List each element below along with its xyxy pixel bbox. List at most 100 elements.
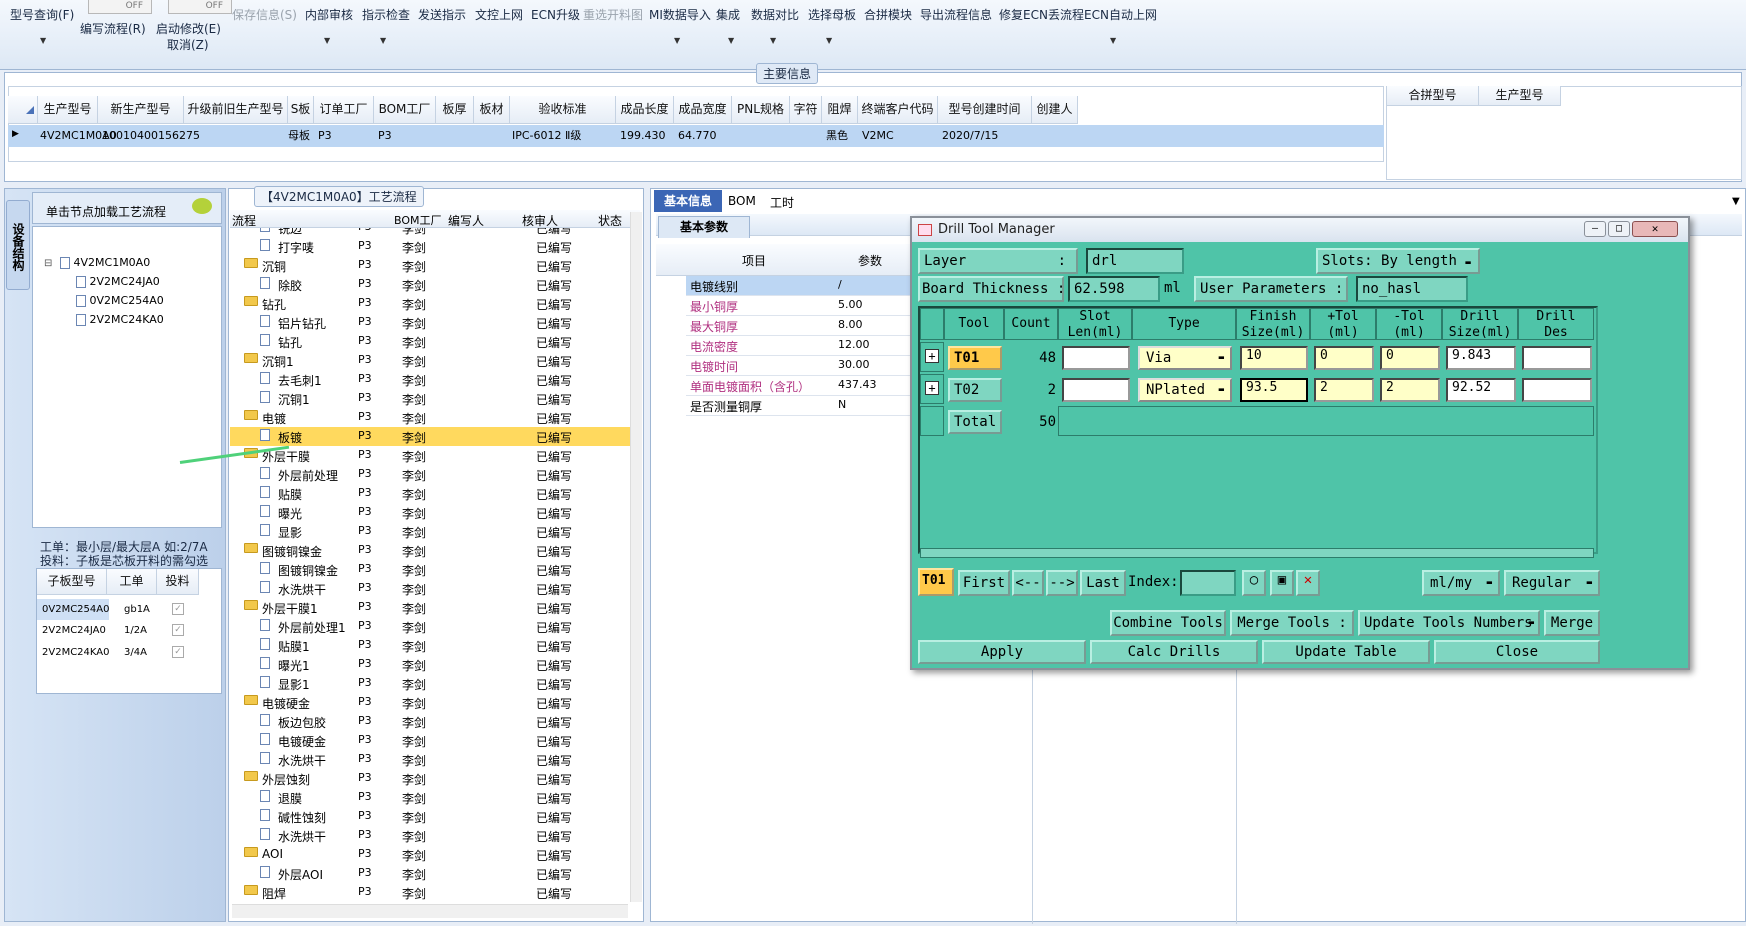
combine-tools-button[interactable]: Combine Tools — [1110, 610, 1226, 636]
scrollbar[interactable] — [630, 212, 642, 902]
calc-drills-button[interactable]: Calc Drills — [1090, 640, 1258, 664]
col-header[interactable]: Tool — [944, 308, 1004, 340]
ecn-auto-online-button[interactable]: ECN自动上网 — [1084, 6, 1157, 23]
chevron-down-icon[interactable]: ▼ — [1732, 196, 1740, 207]
col-header[interactable]: 核审人 — [522, 212, 558, 229]
list-item[interactable]: 外层AOI P3 李剑 已编写 — [230, 864, 640, 883]
integrate-button[interactable]: 集成 — [716, 6, 740, 23]
col-header[interactable]: Drill Size(ml) — [1442, 308, 1518, 340]
list-item[interactable]: 曝光 P3 李剑 已编写 — [230, 503, 640, 522]
type-select[interactable]: NPlated ▬ — [1138, 378, 1232, 402]
col-header[interactable]: BOM工厂 — [394, 212, 442, 228]
list-item[interactable]: 图镀铜镍金 P3 李剑 已编写 — [230, 541, 640, 560]
list-item[interactable]: 显影1 P3 李剑 已编写 — [230, 674, 640, 693]
tool-button-t01[interactable]: T01 — [948, 346, 1002, 370]
select-mother-board-button[interactable]: 选择母板 — [808, 6, 856, 23]
horizontal-scrollbar[interactable] — [920, 548, 1594, 558]
type-select[interactable]: Via ▬ — [1138, 346, 1232, 370]
col-header[interactable]: S板 — [288, 96, 314, 124]
toggle-off[interactable]: OFF — [88, 0, 152, 14]
col-header[interactable]: BOM工厂 — [374, 96, 436, 124]
list-item[interactable]: 退膜 P3 李剑 已编写 — [230, 788, 640, 807]
tab-bom[interactable]: BOM — [728, 194, 756, 208]
list-item[interactable]: 外层蚀刻 P3 李剑 已编写 — [230, 769, 640, 788]
finish-size-input[interactable]: 93.5 — [1240, 378, 1308, 402]
col-header[interactable]: 流程 — [232, 212, 256, 229]
plus-tol-input[interactable]: 0 — [1314, 346, 1374, 370]
finish-size-input[interactable]: 10 — [1240, 346, 1308, 370]
col-header[interactable]: Count — [1004, 308, 1058, 340]
repair-ecn-button[interactable]: 修复ECN丢流程 — [999, 6, 1084, 23]
col-header[interactable]: 子板型号 — [37, 569, 107, 595]
slot-len-input[interactable] — [1062, 346, 1130, 370]
list-item[interactable]: 碱性蚀刻 P3 李剑 已编写 — [230, 807, 640, 826]
layer-field[interactable]: drl — [1086, 248, 1184, 274]
col-header[interactable]: 字符 — [790, 96, 822, 124]
drill-size-input[interactable]: 92.52 — [1446, 378, 1516, 402]
col-header[interactable]: 板厚 — [436, 96, 474, 124]
checkbox[interactable]: ✓ — [172, 646, 184, 658]
chevron-down-icon[interactable]: ▼ — [40, 36, 46, 45]
list-item[interactable]: 贴膜1 P3 李剑 已编写 — [230, 636, 640, 655]
device-structure-tab[interactable]: 设备结构 — [6, 200, 30, 290]
save-icon[interactable]: ▣ — [1270, 570, 1294, 596]
list-item[interactable]: 除胶 P3 李剑 已编写 — [230, 275, 640, 294]
chevron-down-icon[interactable]: ▼ — [770, 36, 776, 45]
subtab-basic-params[interactable]: 基本参数 — [658, 216, 750, 238]
list-item[interactable]: 铣边 P3 李剑 已编写 — [230, 228, 640, 237]
list-item[interactable]: 显影 P3 李剑 已编写 — [230, 522, 640, 541]
start-modify-button[interactable]: 启动修改(E) — [156, 20, 221, 37]
list-item[interactable]: 打字唛 P3 李剑 已编写 — [230, 237, 640, 256]
chat-bubble-icon[interactable] — [192, 198, 212, 214]
list-item[interactable]: 钻孔 P3 李剑 已编写 — [230, 332, 640, 351]
maximize-button[interactable]: □ — [1608, 221, 1630, 237]
reselect-cutting-button[interactable]: 重选开料图 — [583, 6, 643, 23]
col-header[interactable]: Finish Size(ml) — [1236, 308, 1310, 340]
col-header[interactable]: +Tol (ml) — [1310, 308, 1376, 340]
chevron-down-icon[interactable]: ▼ — [324, 36, 330, 45]
write-flow-button[interactable]: 编写流程(R) — [80, 20, 146, 37]
chevron-down-icon[interactable]: ▼ — [826, 36, 832, 45]
checkbox[interactable]: ✓ — [172, 624, 184, 636]
col-header[interactable]: 板材 — [474, 96, 510, 124]
chevron-down-icon[interactable]: ▼ — [380, 36, 386, 45]
mi-import-button[interactable]: MI数据导入 — [649, 6, 711, 23]
col-header[interactable]: 参数 — [858, 252, 882, 269]
tree-node[interactable]: 0V2MC254A0 — [76, 294, 164, 307]
slots-selector[interactable]: Slots: By length ▬ — [1316, 248, 1480, 274]
list-item[interactable]: 贴膜 P3 李剑 已编写 — [230, 484, 640, 503]
prev-button[interactable]: <-- — [1012, 570, 1044, 596]
panel-module-button[interactable]: 合拼模块 — [864, 6, 912, 23]
list-item[interactable]: 钻孔 P3 李剑 已编写 — [230, 294, 640, 313]
close-icon[interactable]: ✕ — [1632, 221, 1678, 237]
doc-online-button[interactable]: 文控上网 — [475, 6, 523, 23]
model-query-button[interactable]: 型号查询(F) — [10, 6, 74, 23]
slot-len-input[interactable] — [1062, 378, 1130, 402]
minimize-button[interactable]: – — [1584, 221, 1606, 237]
list-item[interactable]: 图镀铜镍金 P3 李剑 已编写 — [230, 560, 640, 579]
cancel-button[interactable]: 取消(Z) — [167, 36, 209, 53]
col-header[interactable]: 升级前旧生产型号 — [184, 96, 288, 124]
update-table-button[interactable]: Update Table — [1262, 640, 1430, 664]
list-item[interactable]: 电镀 P3 李剑 已编写 — [230, 408, 640, 427]
list-item[interactable]: 外层干膜1 P3 李剑 已编写 — [230, 598, 640, 617]
plus-tol-input[interactable]: 2 — [1314, 378, 1374, 402]
col-header[interactable]: 订单工厂 — [314, 96, 374, 124]
chevron-down-icon[interactable]: ▼ — [674, 36, 680, 45]
list-item[interactable]: AOI P3 李剑 已编写 — [230, 845, 640, 864]
unit-select[interactable]: ml/my ▬ — [1422, 570, 1500, 596]
user-parameters-button[interactable]: User Parameters : — [1194, 276, 1348, 302]
col-header[interactable]: 新生产型号 — [98, 96, 184, 124]
list-item[interactable]: 沉铜 P3 李剑 已编写 — [230, 256, 640, 275]
update-tools-numbers-select[interactable]: Update Tools Numbers ▬ — [1358, 610, 1540, 636]
col-header[interactable]: 阻焊 — [822, 96, 858, 124]
send-instruction-button[interactable]: 发送指示 — [418, 6, 466, 23]
save-info-button[interactable]: 保存信息(S) — [232, 6, 297, 23]
list-item[interactable]: 电镀硬金 P3 李剑 已编写 — [230, 731, 640, 750]
col-header[interactable]: 成品长度 — [616, 96, 674, 124]
last-button[interactable]: Last — [1080, 570, 1126, 596]
col-header[interactable]: 创建人 — [1032, 96, 1078, 124]
apply-button[interactable]: Apply — [918, 640, 1086, 664]
list-item[interactable]: 外层前处理1 P3 李剑 已编写 — [230, 617, 640, 636]
mode-select[interactable]: Regular ▬ — [1504, 570, 1600, 596]
